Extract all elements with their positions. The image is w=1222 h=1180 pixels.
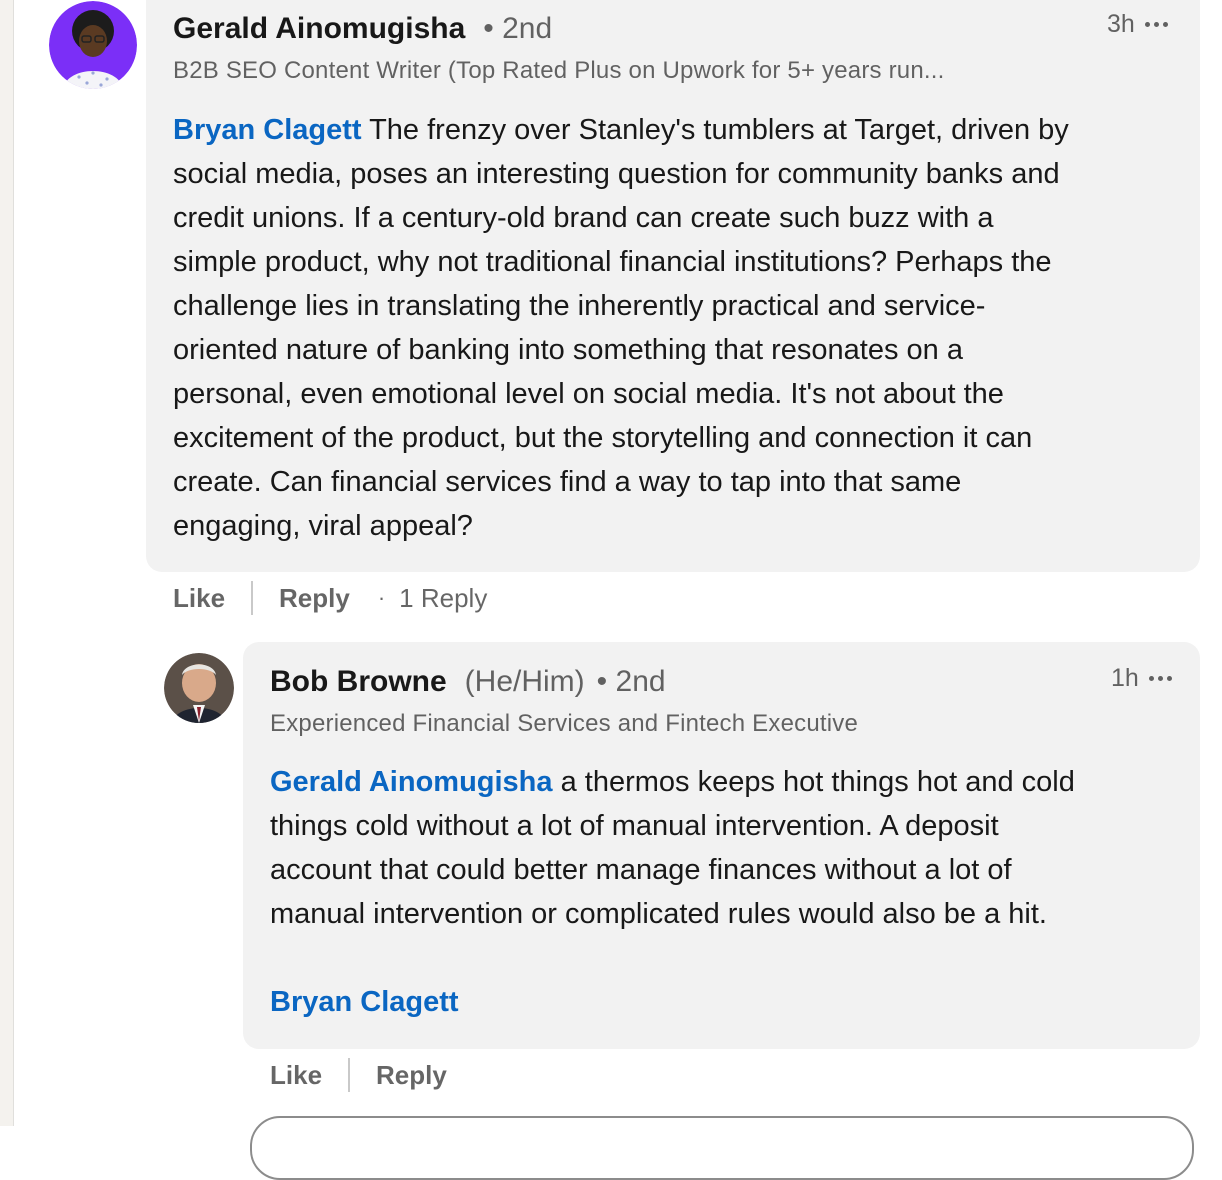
reply-line: Gerald Ainomugisha a thermos keeps hot t… [270,766,1075,798]
mention-link[interactable]: Gerald Ainomugisha [270,766,553,798]
reply-author-name[interactable]: Bob Browne [270,665,447,699]
comment-author-name[interactable]: Gerald Ainomugisha [173,12,465,46]
comment-line: excitement of the product, but the story… [173,422,1033,454]
more-options-icon[interactable] [1148,672,1172,685]
reply-degree: • 2nd [596,665,666,698]
reply-line: account that could better manage finance… [270,854,1012,886]
comment-line: oriented nature of banking into somethin… [173,334,963,366]
action-divider [251,581,254,615]
comment-line: simple product, why not traditional fina… [173,246,1052,278]
reply-avatar[interactable] [164,653,234,723]
reply-text: Gerald Ainomugisha a thermos keeps hot t… [270,760,1075,1024]
comment-meta: 3h [1107,10,1168,39]
reply-actions: Like Reply [270,1058,447,1092]
comment-line: challenge lies in translating the inhere… [173,290,986,322]
reply-line: things cold without a lot of manual inte… [270,810,999,842]
avatar-illustration [49,1,137,89]
reply-headline: Experienced Financial Services and Finte… [270,710,859,737]
comment-text: Bryan Clagett The frenzy over Stanley's … [173,108,1069,548]
more-options-icon[interactable] [1144,18,1168,31]
dot-separator: · [377,585,386,610]
reply-button[interactable]: Reply [279,583,350,614]
comment-headline: B2B SEO Content Writer (Top Rated Plus o… [173,57,945,84]
comment-line: engaging, viral appeal? [173,510,473,542]
tag-mention-link[interactable]: Bryan Clagett [270,986,459,1018]
reply-line: Bryan Clagett [270,980,1075,1024]
comment-line: personal, even emotional level on social… [173,378,1004,410]
reply-line: manual intervention or complicated rules… [270,898,1047,930]
mention-link[interactable]: Bryan Clagett [173,114,362,146]
comment-timestamp: 3h [1107,10,1135,38]
reply-blank-line [270,936,1075,980]
comment-line: Bryan Clagett The frenzy over Stanley's … [173,114,1069,146]
reply-button[interactable]: Reply [376,1060,447,1091]
reply-avatar-photo [164,653,234,723]
reply-count-link[interactable]: 1 Reply [399,583,487,614]
comment-line: credit unions. If a century-old brand ca… [173,202,994,234]
comment-degree: • 2nd [483,12,553,45]
action-divider [348,1058,351,1092]
comment-author-line: Gerald Ainomugisha • 2nd [173,12,552,46]
like-button[interactable]: Like [270,1060,322,1091]
reply-timestamp: 1h [1111,664,1139,692]
comment-line: create. Can financial services find a wa… [173,466,962,498]
comment-line: social media, poses an interesting quest… [173,158,1060,190]
avatar[interactable] [49,1,137,89]
reply-author-line: Bob Browne (He/Him) • 2nd [270,665,666,699]
left-rail [0,0,14,1126]
reply-pronouns: (He/Him) [464,665,585,698]
reply-meta: 1h [1111,664,1172,693]
like-button[interactable]: Like [173,583,225,614]
comment-actions: Like Reply · 1 Reply [173,581,487,615]
